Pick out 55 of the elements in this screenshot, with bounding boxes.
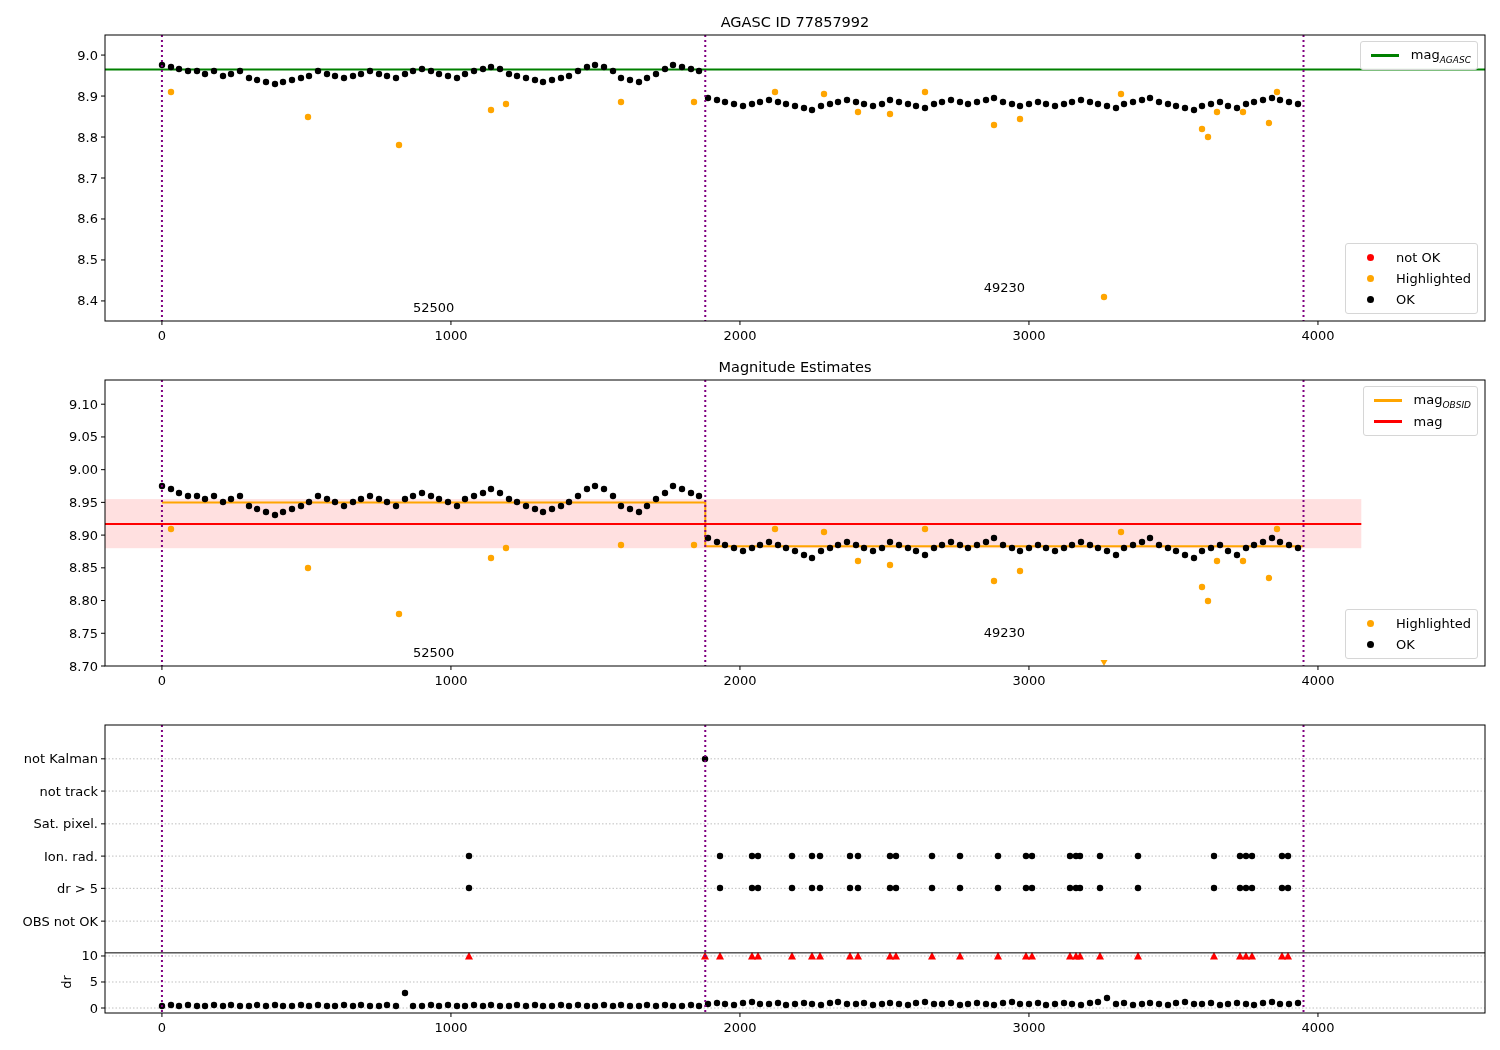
tick-label: 4000: [1301, 328, 1335, 343]
tick-label: 2000: [723, 328, 757, 343]
tick-label: Ion. rad.: [44, 848, 98, 864]
tick-label: 9.05: [69, 429, 98, 445]
tick-label: 8.85: [69, 560, 98, 576]
tick-label: 4000: [1301, 673, 1335, 688]
legend-label: mag: [1413, 414, 1443, 429]
tick-label: 3000: [1012, 673, 1046, 688]
tick-label: 9.00: [69, 462, 98, 478]
legend-label: mag$_{OBSID}$: [1413, 391, 1471, 410]
tick-label: 0: [157, 673, 167, 688]
legend-label: OK: [1396, 637, 1415, 652]
annotation-label: 49230: [983, 625, 1026, 640]
axis-label: dr: [59, 975, 74, 989]
tick-label: 2000: [723, 673, 757, 688]
tick-label: 8.4: [77, 293, 98, 309]
tick-label: 8.8: [77, 129, 98, 145]
tick-label: 4000: [1301, 1020, 1335, 1035]
tick-label: not track: [39, 783, 98, 799]
legend-label: Highlighted: [1396, 271, 1471, 286]
tick-label: 8.80: [69, 593, 98, 609]
tick-label: Sat. pixel.: [33, 816, 98, 832]
tick-label: dr > 5: [56, 880, 98, 896]
tick-label: 8.9: [77, 88, 98, 104]
tick-label: not Kalman: [23, 751, 98, 767]
tick-label: 8.70: [69, 658, 98, 674]
tick-label: 8.7: [77, 170, 98, 186]
tick-label: 0: [157, 1020, 167, 1035]
tick-label: 2000: [723, 1020, 757, 1035]
annotation-label: 52500: [412, 645, 455, 660]
legend-label: mag$_{AGASC}$: [1410, 46, 1471, 65]
chart-title: Magnitude Estimates: [718, 359, 872, 375]
chart-title: AGASC ID 77857992: [720, 14, 870, 30]
tick-label: 1000: [434, 1020, 468, 1035]
annotation-label: 49230: [983, 280, 1026, 295]
tick-label: 8.75: [69, 625, 98, 641]
tick-label: 5: [89, 974, 98, 990]
tick-label: 8.90: [69, 527, 98, 543]
legend-label: not OK: [1396, 250, 1441, 265]
tick-label: 1000: [434, 673, 468, 688]
tick-label: OBS not OK: [22, 913, 98, 929]
tick-label: 8.95: [69, 494, 98, 510]
tick-label: 1000: [434, 328, 468, 343]
tick-label: 8.5: [77, 252, 98, 268]
tick-label: 0: [89, 1000, 98, 1016]
legend-label: OK: [1396, 292, 1415, 307]
tick-label: 8.6: [77, 211, 98, 227]
legend-label: Highlighted: [1396, 616, 1471, 631]
tick-label: 9.10: [69, 396, 98, 412]
annotation-label: 52500: [412, 300, 455, 315]
tick-label: 9.0: [77, 47, 98, 63]
tick-label: 3000: [1012, 1020, 1046, 1035]
tick-label: 10: [81, 948, 98, 964]
tick-label: 0: [157, 328, 167, 343]
tick-label: 3000: [1012, 328, 1046, 343]
